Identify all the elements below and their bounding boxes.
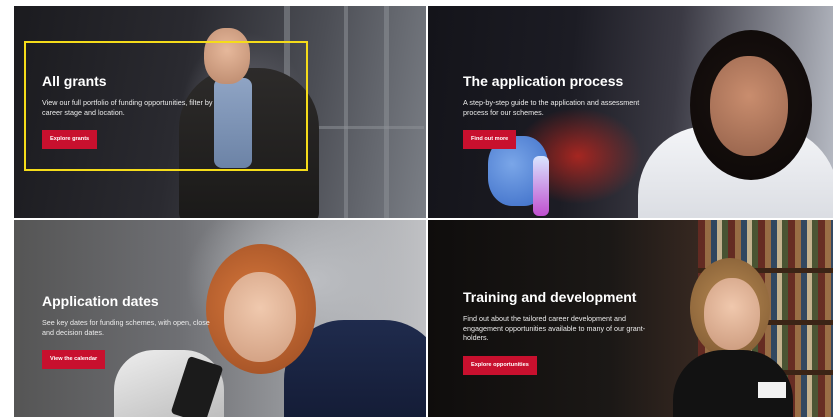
application-process-tile-title: The application process: [463, 73, 624, 89]
training-development-tile-content: Training and development Find out about …: [463, 288, 663, 375]
explore-grants-button[interactable]: Explore grants: [42, 130, 98, 149]
grants-tile[interactable]: All grants View our full portfolio of fu…: [14, 6, 426, 218]
grants-tile-title: All grants: [42, 73, 107, 89]
grants-tile-description: View our full portfolio of funding oppor…: [42, 98, 213, 117]
grants-tile-content: All grants View our full portfolio of fu…: [42, 72, 222, 149]
application-dates-tile-description: See key dates for funding schemes, with …: [42, 318, 210, 337]
application-process-tile[interactable]: The application process A step-by-step g…: [428, 6, 833, 218]
training-development-tile[interactable]: Training and development Find out about …: [428, 220, 833, 417]
explore-opportunities-button[interactable]: Explore opportunities: [463, 355, 537, 375]
training-development-tile-description: Find out about the tailored career devel…: [463, 314, 646, 342]
training-development-tile-title: Training and development: [463, 289, 637, 305]
application-process-tile-description: A step-by-step guide to the application …: [463, 98, 640, 117]
view-calendar-button[interactable]: View the calendar: [42, 350, 106, 369]
application-process-tile-content: The application process A step-by-step g…: [463, 72, 643, 149]
find-out-more-button[interactable]: Find out more: [463, 130, 517, 149]
application-dates-tile-content: Application dates See key dates for fund…: [42, 292, 212, 369]
application-dates-tile[interactable]: Application dates See key dates for fund…: [14, 220, 426, 417]
application-dates-tile-title: Application dates: [42, 293, 159, 309]
